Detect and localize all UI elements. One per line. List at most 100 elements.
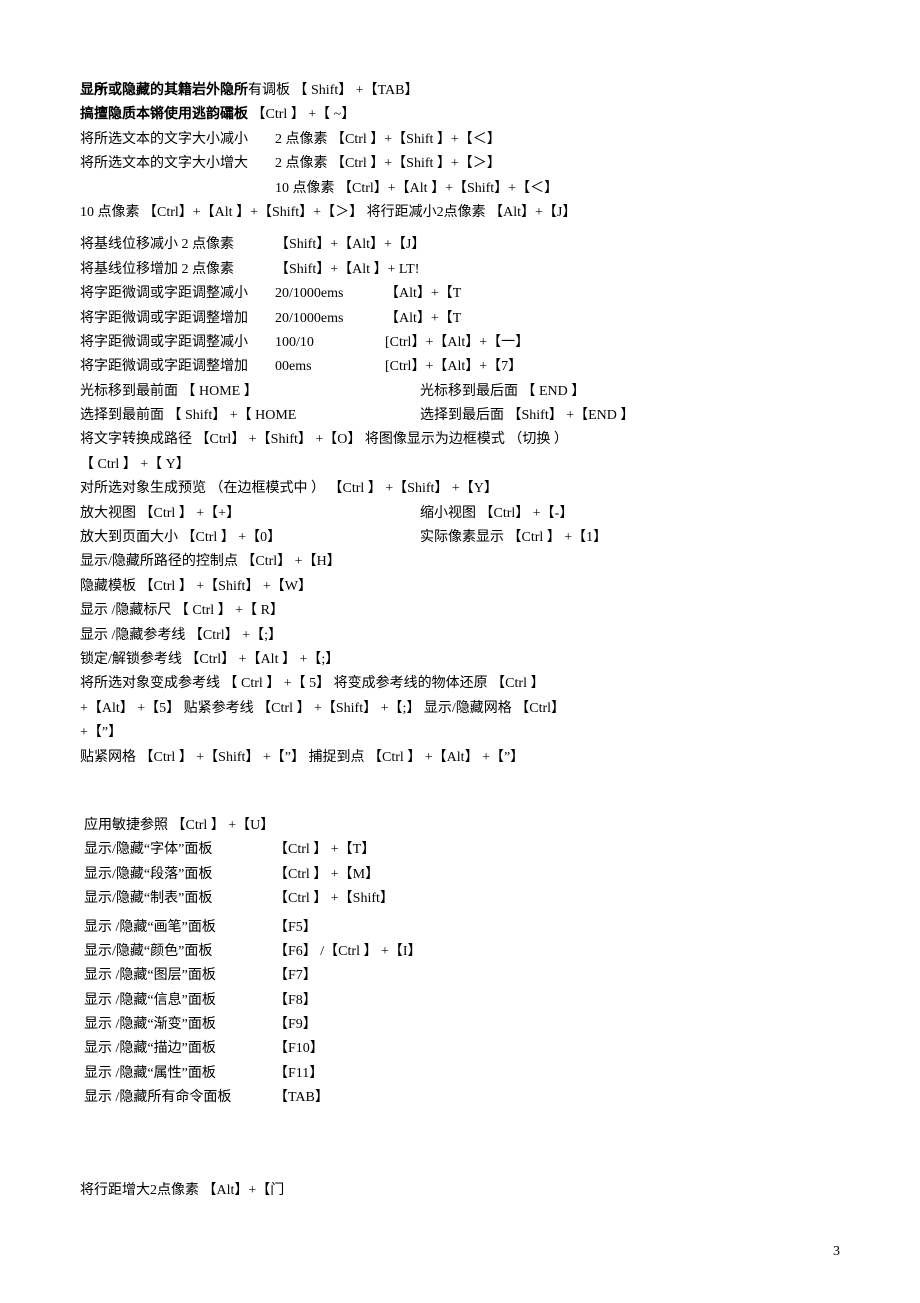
shortcut: 【Shift】+【Alt 】+ LT! [275, 259, 840, 281]
text: +【”】 [80, 725, 122, 740]
text: 10 点像素 【Ctrl】+【Alt 】+【Shift】+【＞】 将行距减小2点… [80, 205, 576, 220]
line-6: 10 点像素 【Ctrl】+【Alt 】+【Shift】+【＞】 将行距减小2点… [80, 202, 840, 224]
panel-4: 显示 /隐藏“画笔”面板 【F5】 [84, 917, 840, 939]
shortcut: 【F7】 [274, 965, 840, 987]
label: 显示/隐藏“颜色”面板 [84, 941, 274, 963]
line-5: 10 点像素 【Ctrl】+【Alt 】+【Shift】+【＜】 [80, 178, 840, 200]
label: 显示 /隐藏“画笔”面板 [84, 917, 274, 939]
label: 显示 /隐藏“信息”面板 [84, 990, 274, 1012]
label: 显示/隐藏“字体”面板 [84, 839, 274, 861]
text: 显示/隐藏所路径的控制点 【Ctrl】 +【H】 [80, 554, 341, 569]
value: 100/10 [275, 332, 385, 354]
label: 显示 /隐藏“渐变”面板 [84, 1014, 274, 1036]
line-13: 光标移到最前面 【 HOME 】 光标移到最后面 【 END 】 [80, 381, 840, 403]
label: 显示/隐藏“段落”面板 [84, 864, 274, 886]
line-10: 将字距微调或字距调整增加 20/1000ems 【Alt】+【T [80, 308, 840, 330]
page-number: 3 [833, 1241, 840, 1263]
panel-11: 显示 /隐藏所有命令面板 【TAB】 [84, 1087, 840, 1109]
text-left: 放大到页面大小 【Ctrl 】 +【0】 [80, 527, 420, 549]
text-bold: 显所或隐藏的其籍岩外隐所 [80, 80, 248, 102]
shortcut: 【Ctrl 】 +【Shift】 [274, 888, 840, 910]
value: 00ems [275, 356, 385, 378]
text-right: 实际像素显示 【Ctrl 】 +【1】 [420, 527, 840, 549]
label: 将基线位移增加 2 点像素 [80, 259, 275, 281]
text-left: 光标移到最前面 【 HOME 】 [80, 381, 420, 403]
shortcut: 【F11】 [274, 1063, 840, 1085]
text: 显示 /隐藏参考线 【Ctrl】 +【;】 [80, 628, 282, 643]
text: +【Alt】 +【5】 贴紧参考线 【Ctrl 】 +【Shift】 +【;】 … [80, 701, 565, 716]
panel-3: 显示/隐藏“段落”面板 【Ctrl 】 +【M】 [84, 864, 840, 886]
shortcut: 【Alt】+【T [385, 308, 840, 330]
label: 将字距微调或字距调整增加 [80, 356, 275, 378]
text: 对所选对象生成预览 （在边框模式中 ） 【Ctrl 】 +【Shift】 +【Y… [80, 481, 498, 496]
line-12: 将字距微调或字距调整增加 00ems [Ctrl】+【Alt】+【7】 [80, 356, 840, 378]
label: 显示 /隐藏“属性”面板 [84, 1063, 274, 1085]
label: 显示 /隐藏所有命令面板 [84, 1087, 274, 1109]
text: 贴紧网格 【Ctrl 】 +【Shift】 +【”】 捕捉到点 【Ctrl 】 … [80, 750, 524, 765]
shortcut: 【Ctrl 】 +【M】 [274, 864, 840, 886]
shortcut: [Ctrl】+【Alt】+【一】 [385, 332, 840, 354]
shortcut: 【TAB】 [274, 1087, 840, 1109]
shortcut: 【Ctrl 】 +【T】 [274, 839, 840, 861]
shortcut: 【F8】 [274, 990, 840, 1012]
text-right: 缩小视图 【Ctrl】 +【-】 [420, 503, 840, 525]
panel-7: 显示 /隐藏“信息”面板 【F8】 [84, 990, 840, 1012]
text: 将所选对象变成参考线 【 Ctrl 】 +【 5】 将变成参考线的物体还原 【C… [80, 676, 544, 691]
shortcut: 【F6】 /【Ctrl 】 +【I】 [274, 941, 840, 963]
footer-line: 将行距增大2点像素 【Alt】+【门 [80, 1180, 840, 1202]
line-26: +【Alt】 +【5】 贴紧参考线 【Ctrl 】 +【Shift】 +【;】 … [80, 698, 840, 720]
line-22: 显示 /隐藏标尺 【 Ctrl 】 +【 R】 [80, 600, 840, 622]
text-right: 光标移到最后面 【 END 】 [420, 381, 840, 403]
text: 【 Ctrl 】 +【 Y】 [80, 457, 190, 472]
line-24: 锁定/解锁参考线 【Ctrl】 +【Alt 】 +【;】 [80, 649, 840, 671]
line-18: 放大视图 【Ctrl 】 +【+】 缩小视图 【Ctrl】 +【-】 [80, 503, 840, 525]
line-17: 对所选对象生成预览 （在边框模式中 ） 【Ctrl 】 +【Shift】 +【Y… [80, 478, 840, 500]
panel-6: 显示 /隐藏“图层”面板 【F7】 [84, 965, 840, 987]
shortcut: 2 点像素 【Ctrl 】+【Shift 】+【＜】 [275, 129, 840, 151]
shortcut: 10 点像素 【Ctrl】+【Alt 】+【Shift】+【＜】 [275, 178, 840, 200]
text: 隐藏模板 【Ctrl 】 +【Shift】 +【W】 [80, 579, 312, 594]
label: 将字距微调或字距调整减小 [80, 332, 275, 354]
label: 将字距微调或字距调整减小 [80, 283, 275, 305]
panel-10: 显示 /隐藏“属性”面板 【F11】 [84, 1063, 840, 1085]
panel-9: 显示 /隐藏“描边”面板 【F10】 [84, 1038, 840, 1060]
label: 将所选文本的文字大小增大 [80, 153, 275, 175]
shortcut: 【F5】 [274, 917, 840, 939]
label: 显示/隐藏“制表”面板 [84, 888, 274, 910]
text: 将行距增大2点像素 【Alt】+【门 [80, 1183, 284, 1198]
line-23: 显示 /隐藏参考线 【Ctrl】 +【;】 [80, 625, 840, 647]
line-16: 【 Ctrl 】 +【 Y】 [80, 454, 840, 476]
line-14: 选择到最前面 【 Shift】 +【 HOME 选择到最后面 【Shift】 +… [80, 405, 840, 427]
text: 3 [833, 1244, 840, 1259]
text-left: 放大视图 【Ctrl 】 +【+】 [80, 503, 420, 525]
line-11: 将字距微调或字距调整减小 100/10 [Ctrl】+【Alt】+【一】 [80, 332, 840, 354]
text: 锁定/解锁参考线 【Ctrl】 +【Alt 】 +【;】 [80, 652, 339, 667]
line-4: 将所选文本的文字大小增大 2 点像素 【Ctrl 】+【Shift 】+【＞】 [80, 153, 840, 175]
shortcut: 2 点像素 【Ctrl 】+【Shift 】+【＞】 [275, 153, 840, 175]
panel-1: 应用敏捷参照 【Ctrl 】 +【U】 [84, 815, 840, 837]
text-bold: 搞擅隐质本锵使用逃韵礵板 [80, 104, 248, 126]
text: 将文字转换成路径 【Ctrl】 +【Shift】 +【O】 将图像显示为边框模式… [80, 432, 568, 447]
line-9: 将字距微调或字距调整减小 20/1000ems 【Alt】+【T [80, 283, 840, 305]
shortcut: 【F9】 [274, 1014, 840, 1036]
panel-8: 显示 /隐藏“渐变”面板 【F9】 [84, 1014, 840, 1036]
line-19: 放大到页面大小 【Ctrl 】 +【0】 实际像素显示 【Ctrl 】 +【1】 [80, 527, 840, 549]
label [80, 178, 275, 200]
shortcut: 【F10】 [274, 1038, 840, 1060]
text: 应用敏捷参照 【Ctrl 】 +【U】 [84, 818, 274, 833]
panel-3b: 显示/隐藏“制表”面板 【Ctrl 】 +【Shift】 [84, 888, 840, 910]
panel-5: 显示/隐藏“颜色”面板 【F6】 /【Ctrl 】 +【I】 [84, 941, 840, 963]
line-15: 将文字转换成路径 【Ctrl】 +【Shift】 +【O】 将图像显示为边框模式… [80, 429, 840, 451]
line-8: 将基线位移增加 2 点像素 【Shift】+【Alt 】+ LT! [80, 259, 840, 281]
line-20: 显示/隐藏所路径的控制点 【Ctrl】 +【H】 [80, 551, 840, 573]
text: 显示 /隐藏标尺 【 Ctrl 】 +【 R】 [80, 603, 284, 618]
value: 20/1000ems [275, 308, 385, 330]
value: 20/1000ems [275, 283, 385, 305]
label: 显示 /隐藏“图层”面板 [84, 965, 274, 987]
line-28: 贴紧网格 【Ctrl 】 +【Shift】 +【”】 捕捉到点 【Ctrl 】 … [80, 747, 840, 769]
line-1: 显示或隐藏的其籍岩外隐所有调板 【 Shift】 +【TAB】 显所或隐藏的其籍… [80, 80, 840, 102]
label: 将所选文本的文字大小减小 [80, 129, 275, 151]
text-right: 选择到最后面 【Shift】 +【END 】 [420, 405, 840, 427]
line-7: 将基线位移减小 2 点像素 【Shift】+【Alt】+【J】 [80, 234, 840, 256]
line-21: 隐藏模板 【Ctrl 】 +【Shift】 +【W】 [80, 576, 840, 598]
